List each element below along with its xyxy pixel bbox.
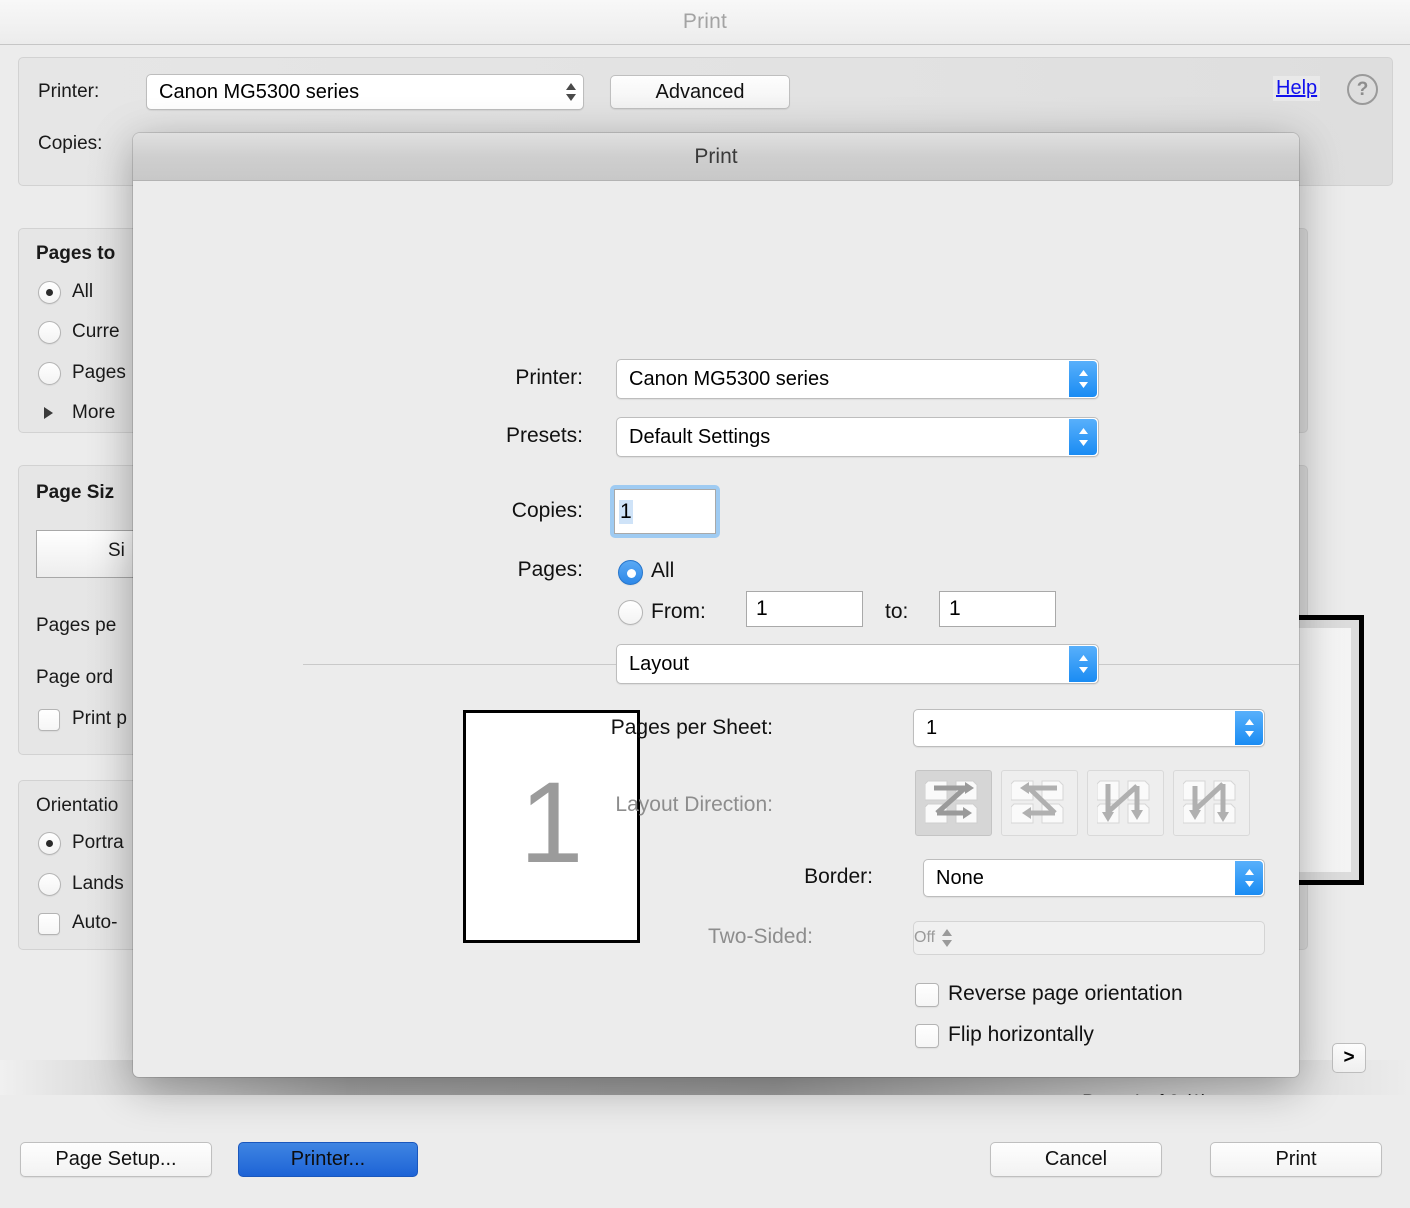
window-cancel-button[interactable]: Cancel — [990, 1142, 1162, 1177]
chevron-updown-icon — [1069, 361, 1097, 397]
dialog-printer-value: Canon MG5300 series — [629, 367, 830, 390]
dialog-pane-select[interactable]: Layout — [616, 644, 1099, 684]
checkbox-flip-horizontally[interactable] — [915, 1024, 939, 1048]
checkbox-auto-rotate[interactable] — [38, 913, 60, 935]
chevron-updown-icon — [1235, 711, 1263, 745]
layout-direction-label: Layout Direction: — [615, 793, 773, 816]
layout-direction-group — [915, 770, 1263, 836]
dialog-presets-value: Default Settings — [629, 425, 771, 448]
pages-per-sheet-value: 1 — [926, 716, 938, 739]
print-dialog: Print Printer: Canon MG5300 series Prese… — [133, 133, 1299, 1077]
radio-orientation-portrait-label: Portra — [72, 832, 124, 853]
chevron-updown-icon — [1069, 646, 1097, 682]
checkbox-print-p-label: Print p — [72, 708, 127, 729]
chevron-updown-icon — [1069, 419, 1097, 455]
layout-direction-n-pattern-top-to-bottom-icon[interactable] — [1087, 770, 1164, 836]
page-order-label: Page ord — [36, 667, 114, 688]
dialog-printer-label: Printer: — [515, 366, 583, 389]
dialog-pages-to-label: to: — [885, 600, 909, 623]
copies-label: Copies: — [38, 133, 103, 154]
radio-pages-current-label: Curre — [72, 321, 120, 342]
dialog-pages-label: Pages: — [517, 558, 583, 581]
radio-orientation-portrait[interactable] — [38, 832, 61, 855]
checkbox-print-p[interactable] — [38, 709, 60, 731]
dialog-pages-to-input[interactable]: 1 — [939, 591, 1056, 627]
dialog-pane-value: Layout — [629, 652, 690, 675]
dialog-radio-pages-all[interactable] — [618, 560, 643, 585]
dialog-page-preview-number: 1 — [519, 759, 584, 887]
border-value: None — [936, 866, 984, 889]
radio-orientation-landscape-label: Lands — [72, 873, 124, 894]
two-sided-value: Off — [914, 929, 936, 946]
printer-label: Printer: — [38, 81, 100, 102]
page-setup-button[interactable]: Page Setup... — [20, 1142, 212, 1177]
dialog-radio-pages-all-label: All — [651, 559, 675, 582]
layout-direction-z-pattern-left-to-right-icon[interactable] — [915, 770, 992, 836]
window-title: Print — [682, 10, 728, 33]
dialog-copies-input-inner: 1 — [614, 489, 716, 534]
dialog-title: Print — [694, 144, 738, 168]
dialog-radio-pages-range[interactable] — [618, 600, 643, 625]
layout-direction-reverse-n-pattern-bottom-to-top-icon[interactable] — [1173, 770, 1250, 836]
advanced-button[interactable]: Advanced — [610, 75, 790, 109]
printer-select-value: Canon MG5300 series — [159, 80, 360, 103]
two-sided-select: Off — [913, 921, 1265, 955]
pages-to-group-title: Pages to — [36, 243, 116, 264]
dialog-presets-label: Presets: — [505, 424, 583, 447]
window-print-button[interactable]: Print — [1210, 1142, 1382, 1177]
dialog-titlebar: Print — [133, 133, 1299, 181]
checkbox-auto-rotate-label: Auto- — [72, 912, 118, 933]
dialog-pages-from-label: From: — [651, 600, 706, 623]
window-titlebar: Print — [0, 0, 1410, 45]
dialog-copies-label: Copies: — [511, 499, 583, 522]
dialog-copies-value: 1 — [619, 499, 633, 524]
page-size-group-title: Page Siz — [36, 482, 115, 503]
document-preview-page — [1298, 628, 1351, 872]
page-size-field-label: Si — [108, 540, 125, 561]
help-link[interactable]: Help — [1273, 76, 1321, 101]
checkbox-reverse-page-orientation[interactable] — [915, 983, 939, 1007]
radio-pages-all-label: All — [72, 281, 94, 302]
dialog-copies-input[interactable]: 1 — [610, 485, 720, 538]
document-preview-frame — [1298, 615, 1364, 885]
radio-pages-range-label: Pages — [72, 362, 126, 383]
layout-direction-reverse-z-pattern-right-to-left-icon[interactable] — [1001, 770, 1078, 836]
next-page-button[interactable]: > — [1332, 1043, 1366, 1073]
dialog-page-preview: 1 — [463, 710, 640, 943]
printer-button[interactable]: Printer... — [238, 1142, 418, 1177]
more-options-label[interactable]: More — [72, 402, 115, 424]
chevron-updown-icon — [1235, 861, 1263, 895]
dialog-presets-select[interactable]: Default Settings — [616, 417, 1099, 457]
pages-per-sheet-select[interactable]: 1 — [913, 709, 1265, 747]
border-select[interactable]: None — [923, 859, 1265, 897]
disclosure-triangle-icon[interactable] — [44, 407, 53, 419]
two-sided-label: Two-Sided: — [707, 925, 813, 948]
chevron-updown-icon — [559, 75, 583, 109]
checkbox-flip-horizontally-label: Flip horizontally — [948, 1023, 1094, 1046]
radio-pages-range[interactable] — [38, 362, 61, 385]
pages-per-sheet-label: Pages per Sheet: — [610, 716, 773, 739]
pages-per-label: Pages pe — [36, 615, 117, 636]
printer-select[interactable]: Canon MG5300 series — [146, 74, 584, 110]
checkbox-reverse-page-orientation-label: Reverse page orientation — [948, 982, 1183, 1005]
dialog-printer-select[interactable]: Canon MG5300 series — [616, 359, 1099, 399]
orientation-group-title: Orientatio — [36, 795, 119, 816]
radio-orientation-landscape[interactable] — [38, 873, 61, 896]
dialog-pages-from-input[interactable]: 1 — [746, 591, 863, 627]
radio-pages-current[interactable] — [38, 321, 61, 344]
document-preview — [1298, 560, 1366, 890]
border-label: Border: — [804, 865, 873, 888]
chevron-updown-icon — [935, 922, 959, 954]
radio-pages-all[interactable] — [38, 281, 61, 304]
question-mark-circle-icon[interactable]: ? — [1347, 74, 1378, 105]
